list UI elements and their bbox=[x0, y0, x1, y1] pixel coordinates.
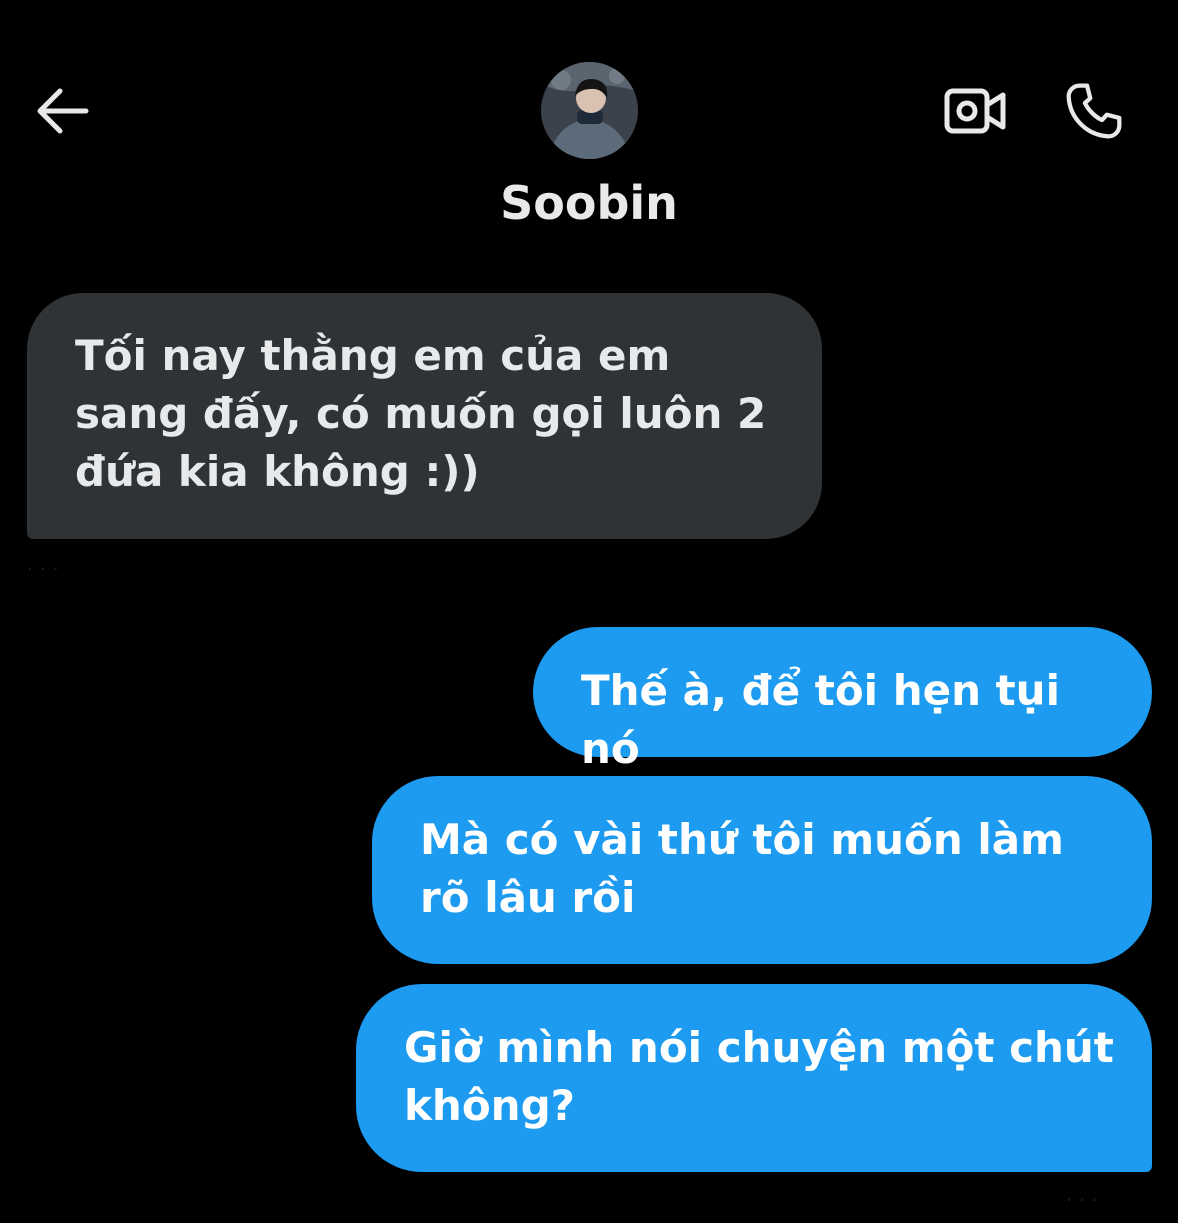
outgoing-message[interactable]: Giờ mình nói chuyện một chút không? bbox=[356, 984, 1152, 1172]
arrow-left-icon bbox=[37, 88, 89, 134]
video-camera-icon bbox=[944, 88, 1006, 134]
outgoing-message[interactable]: Thế à, để tôi hẹn tụi nó bbox=[533, 627, 1152, 773]
voice-call-button[interactable] bbox=[1058, 76, 1130, 146]
back-button[interactable] bbox=[28, 78, 94, 144]
contact-name[interactable]: Soobin bbox=[0, 176, 1178, 230]
avatar[interactable] bbox=[541, 62, 638, 159]
message-timestamp: · · · bbox=[27, 557, 59, 581]
message-timestamp: · · · bbox=[1066, 1188, 1098, 1212]
phone-icon bbox=[1066, 83, 1122, 139]
video-call-button[interactable] bbox=[940, 78, 1010, 144]
avatar-photo bbox=[541, 62, 638, 159]
incoming-message[interactable]: Tối nay thằng em của em sang đấy, có muố… bbox=[27, 293, 822, 539]
outgoing-message[interactable]: Mà có vài thứ tôi muốn làm rõ lâu rồi bbox=[372, 776, 1152, 964]
